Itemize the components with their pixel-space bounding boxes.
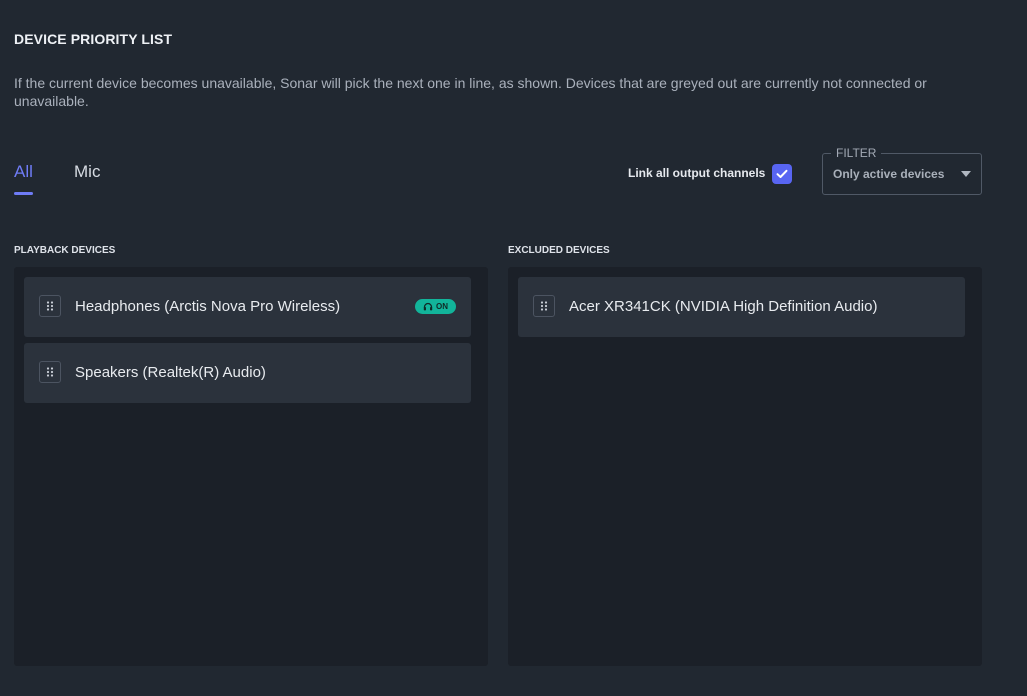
excluded-devices-panel: Acer XR341CK (NVIDIA High Definition Aud… [508, 267, 982, 666]
tab-all[interactable]: All [14, 162, 33, 182]
page-title: DEVICE PRIORITY LIST [14, 31, 173, 47]
drag-handle-icon[interactable] [533, 295, 555, 317]
filter-selected-value: Only active devices [833, 167, 945, 181]
filter-dropdown[interactable]: FILTER Only active devices [822, 146, 982, 195]
device-label: Headphones (Arctis Nova Pro Wireless) [75, 298, 341, 315]
status-badge-label: ON [436, 302, 448, 311]
drag-handle-icon[interactable] [39, 361, 61, 383]
grip-dots-icon [46, 301, 54, 311]
check-icon [776, 169, 788, 178]
headphones-icon [423, 302, 433, 311]
playback-devices-title: PLAYBACK DEVICES [14, 245, 116, 256]
link-all-output-channels-checkbox[interactable] [772, 164, 792, 184]
page-description: If the current device becomes unavailabl… [14, 75, 927, 109]
status-badge: ON [415, 299, 456, 314]
filter-legend: FILTER [831, 146, 882, 160]
playback-devices-panel: Headphones (Arctis Nova Pro Wireless) ON… [14, 267, 488, 666]
drag-handle-icon[interactable] [39, 295, 61, 317]
chevron-down-icon [961, 171, 971, 177]
excluded-device-row[interactable]: Acer XR341CK (NVIDIA High Definition Aud… [518, 277, 965, 337]
tab-mic[interactable]: Mic [74, 162, 100, 182]
playback-device-row[interactable]: Speakers (Realtek(R) Audio) [24, 343, 471, 403]
device-label: Acer XR341CK (NVIDIA High Definition Aud… [569, 298, 878, 315]
link-all-output-channels-label: Link all output channels [628, 166, 766, 180]
device-label: Speakers (Realtek(R) Audio) [75, 364, 266, 381]
excluded-devices-title: EXCLUDED DEVICES [508, 245, 610, 256]
grip-dots-icon [540, 301, 548, 311]
active-tab-indicator [14, 192, 33, 195]
playback-device-row[interactable]: Headphones (Arctis Nova Pro Wireless) ON [24, 277, 471, 337]
grip-dots-icon [46, 367, 54, 377]
